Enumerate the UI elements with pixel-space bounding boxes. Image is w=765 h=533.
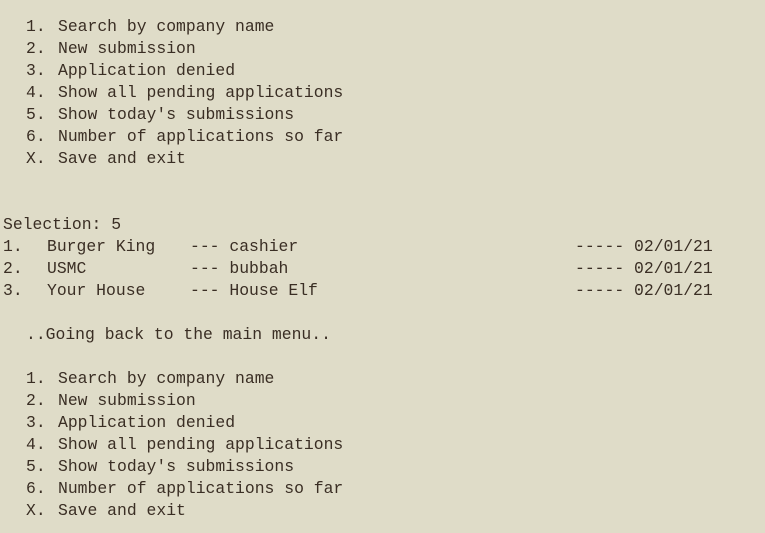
menu-item-number: 1. xyxy=(26,369,46,388)
main-menu-bottom: 1. Search by company name 2. New submissio… xyxy=(3,368,763,522)
menu-item-number: 4. xyxy=(26,83,46,102)
terminal-window: { "colors": { "background": "#dfdcc8", "… xyxy=(0,0,765,533)
menu-item-label: Show today's submissions xyxy=(58,457,295,476)
status-message: ..Going back to the main menu.. xyxy=(26,325,331,344)
company-name: USMC xyxy=(47,259,87,278)
submission-date: ----- 02/01/21 xyxy=(575,237,713,256)
menu-item-label: Search by company name xyxy=(58,17,275,36)
menu-item-number: 2. xyxy=(26,391,46,410)
list-item: 3. Your House --- House Elf ----- 02/01/21 xyxy=(3,280,763,302)
submission-date: ----- 02/01/21 xyxy=(575,259,713,278)
menu-item: 4. Show all pending applications xyxy=(3,82,763,104)
submissions-list: 1. Burger King --- cashier ----- 02/01/21 2… xyxy=(3,236,763,302)
menu-item-number: 6. xyxy=(26,127,46,146)
menu-item-number: 2. xyxy=(26,39,46,58)
menu-item-number: 1. xyxy=(26,17,46,36)
row-number: 3. xyxy=(3,281,23,300)
menu-item-number: 3. xyxy=(26,61,46,80)
menu-item-label: Search by company name xyxy=(58,369,275,388)
row-number: 1. xyxy=(3,237,23,256)
menu-item-label: Show all pending applications xyxy=(58,435,344,454)
menu-item-number: 3. xyxy=(26,413,46,432)
menu-item: X. Save and exit xyxy=(3,148,763,170)
menu-item-label: Show all pending applications xyxy=(58,83,344,102)
menu-item: 3. Application denied xyxy=(3,412,763,434)
menu-item-number: 5. xyxy=(26,457,46,476)
selection-prompt[interactable]: Selection: 5 xyxy=(3,214,763,236)
selection-value: 5 xyxy=(111,215,122,234)
selection-label: Selection: xyxy=(3,215,112,234)
menu-item: X. Save and exit xyxy=(3,500,763,522)
company-name: Burger King xyxy=(47,237,156,256)
menu-item: 4. Show all pending applications xyxy=(3,434,763,456)
separator: --- xyxy=(190,237,220,256)
separator: --- xyxy=(190,281,220,300)
menu-item-label: Save and exit xyxy=(58,149,186,168)
separator: --- xyxy=(190,259,220,278)
list-item: 1. Burger King --- cashier ----- 02/01/21 xyxy=(3,236,763,258)
list-item: 2. USMC --- bubbah ----- 02/01/21 xyxy=(3,258,763,280)
menu-item: 6. Number of applications so far xyxy=(3,478,763,500)
menu-item-number: 4. xyxy=(26,435,46,454)
menu-item: 1. Search by company name xyxy=(3,368,763,390)
terminal-output: 1. Search by company name 2. New submissio… xyxy=(3,16,763,522)
menu-item: 5. Show today's submissions xyxy=(3,456,763,478)
row-number: 2. xyxy=(3,259,23,278)
job-title: bubbah xyxy=(229,259,289,278)
menu-item: 3. Application denied xyxy=(3,60,763,82)
menu-item-label: Application denied xyxy=(58,61,236,80)
menu-item-number: 6. xyxy=(26,479,46,498)
job-title: House Elf xyxy=(229,281,318,300)
menu-item: 2. New submission xyxy=(3,390,763,412)
menu-item-label: Application denied xyxy=(58,413,236,432)
submission-date: ----- 02/01/21 xyxy=(575,281,713,300)
menu-item-label: Number of applications so far xyxy=(58,127,344,146)
menu-item: 6. Number of applications so far xyxy=(3,126,763,148)
menu-item-number: 5. xyxy=(26,105,46,124)
menu-item-number: X. xyxy=(26,149,46,168)
company-name: Your House xyxy=(47,281,146,300)
menu-item-label: Number of applications so far xyxy=(58,479,344,498)
menu-item: 1. Search by company name xyxy=(3,16,763,38)
main-menu-top: 1. Search by company name 2. New submissio… xyxy=(3,16,763,170)
menu-item: 5. Show today's submissions xyxy=(3,104,763,126)
menu-item-label: Show today's submissions xyxy=(58,105,295,124)
job-title: cashier xyxy=(229,237,299,256)
menu-item-label: New submission xyxy=(58,39,196,58)
menu-item-label: Save and exit xyxy=(58,501,186,520)
menu-item-number: X. xyxy=(26,501,46,520)
menu-item-label: New submission xyxy=(58,391,196,410)
menu-item: 2. New submission xyxy=(3,38,763,60)
